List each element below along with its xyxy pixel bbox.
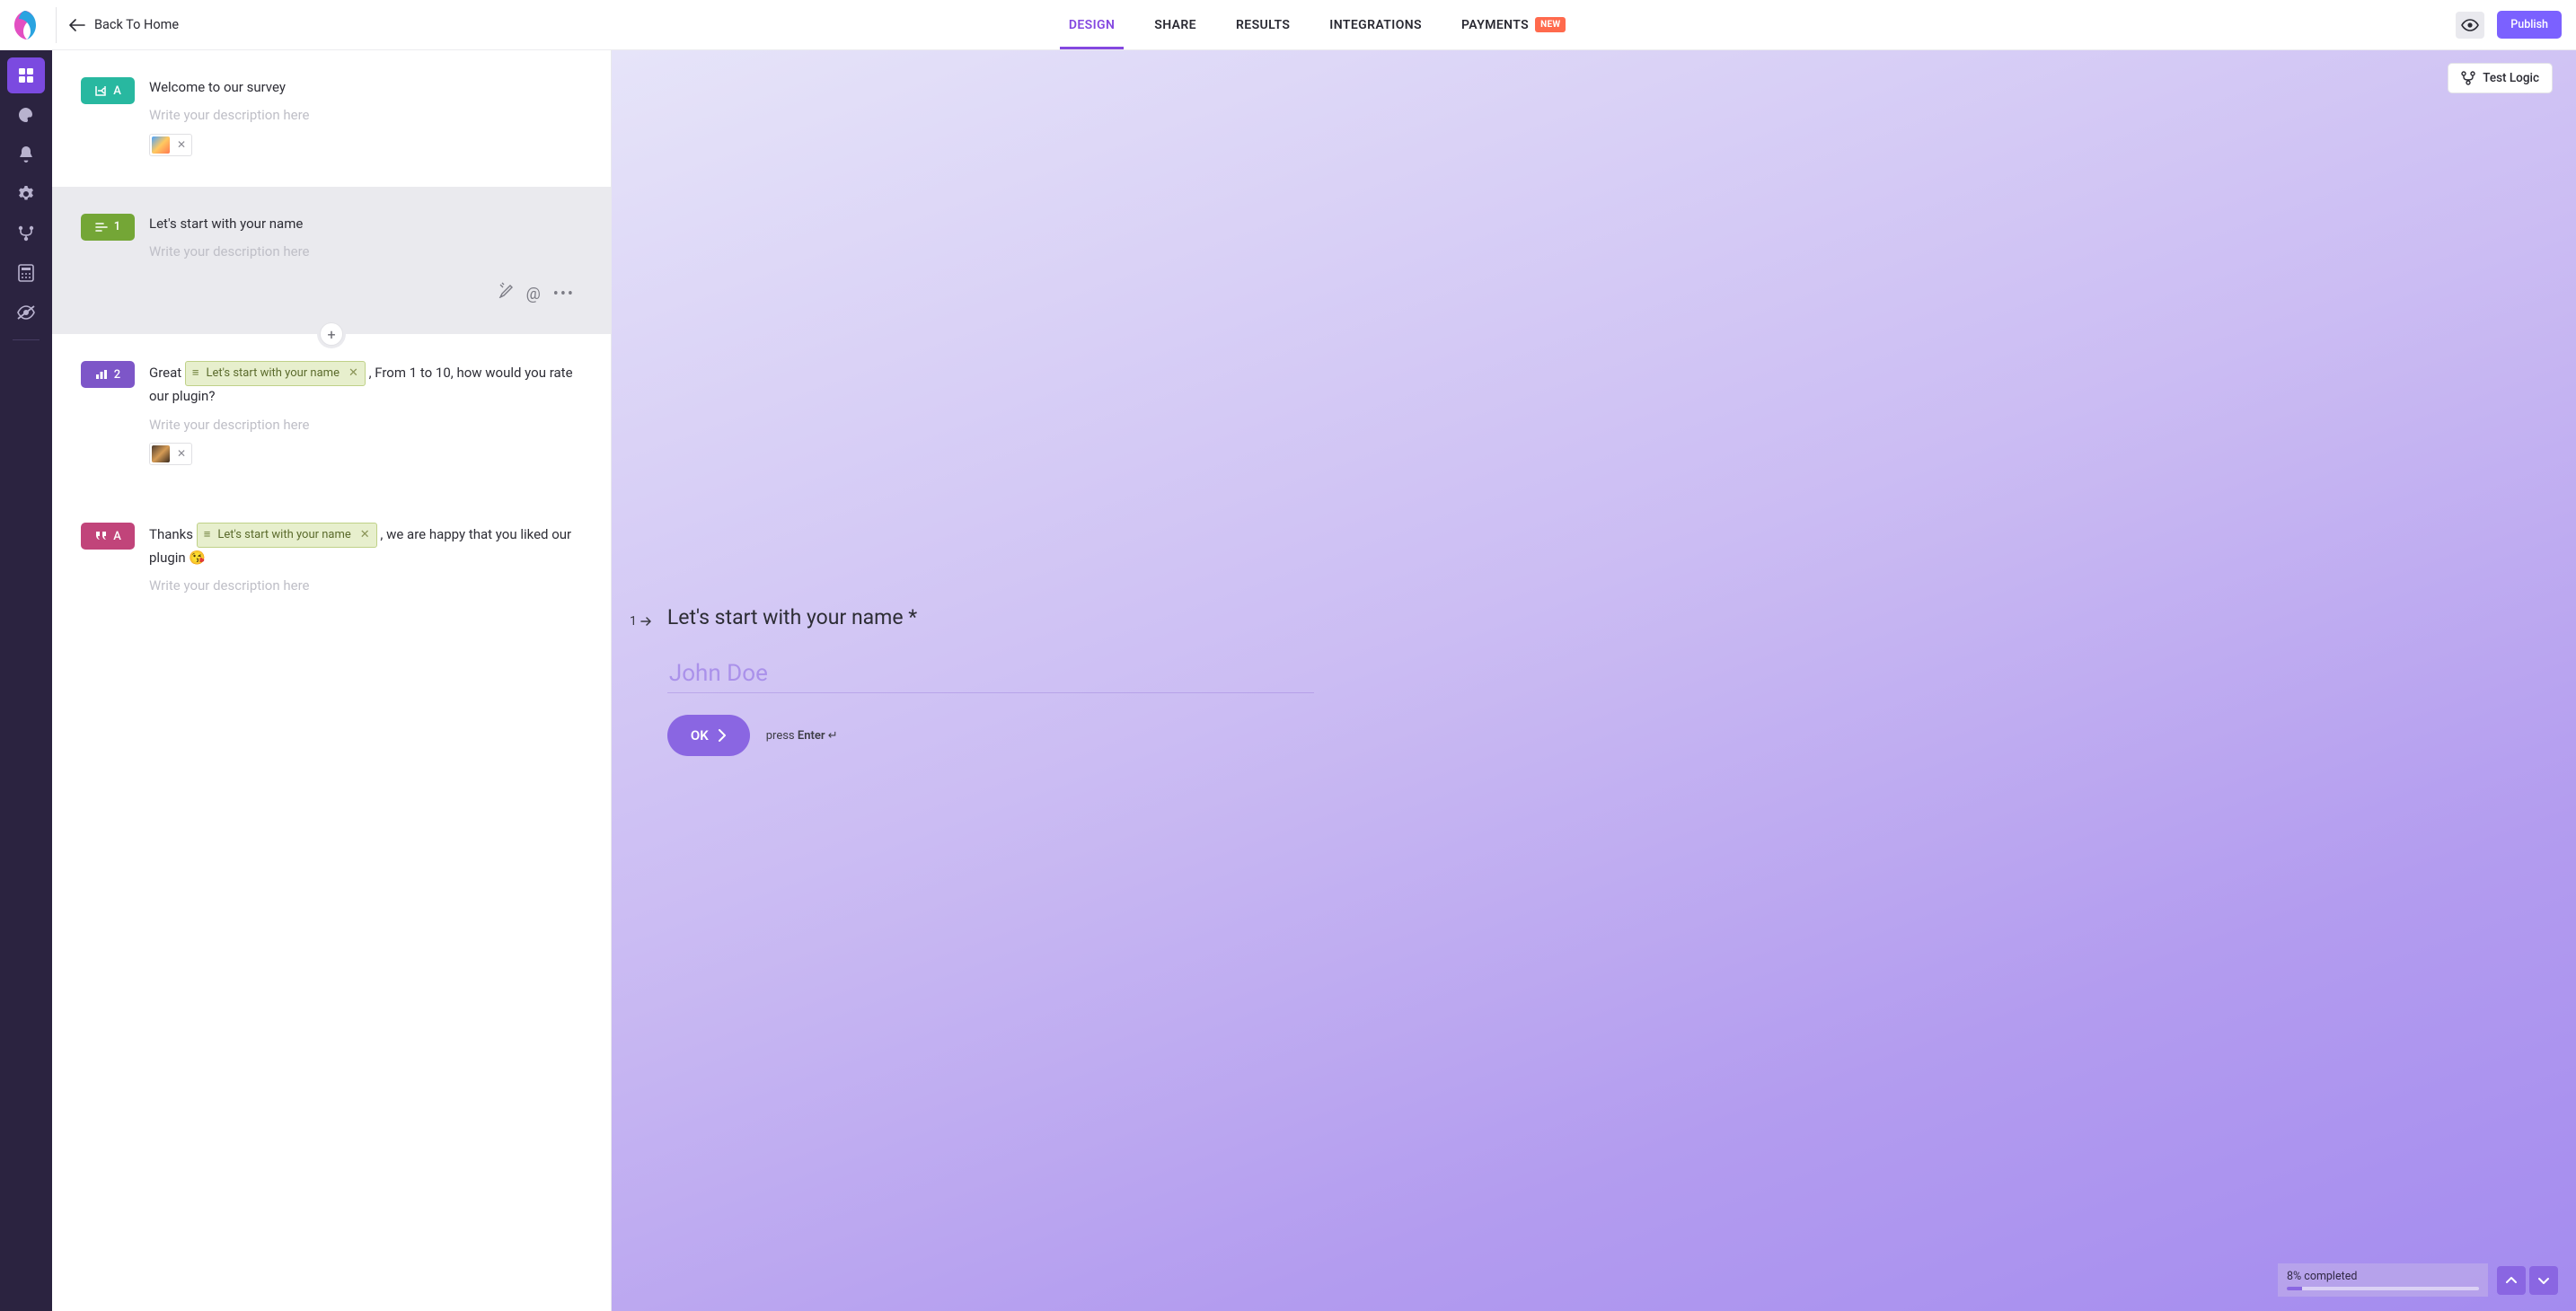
progress-label: 8% completed: [2287, 1270, 2479, 1283]
sidebar-item-logic[interactable]: [7, 216, 45, 251]
block-name[interactable]: 1 Let's start with your name Write your …: [52, 187, 611, 334]
block-description[interactable]: Write your description here: [149, 105, 575, 126]
sidebar-item-hidden[interactable]: [7, 295, 45, 330]
chevron-down-icon: [2538, 1276, 2549, 1285]
remove-recall-icon[interactable]: ✕: [347, 365, 358, 383]
grid-icon: [18, 67, 34, 84]
back-to-home-button[interactable]: Back To Home: [69, 17, 179, 32]
block-badge: 1: [81, 214, 135, 241]
header-divider: [56, 7, 57, 43]
new-badge: NEW: [1535, 17, 1566, 32]
remove-attachment-icon[interactable]: ✕: [173, 445, 190, 462]
app-header: Back To Home DESIGN SHARE RESULTS INTEGR…: [0, 0, 2576, 50]
tab-share[interactable]: SHARE: [1154, 0, 1196, 49]
sidebar-item-notifications[interactable]: [7, 136, 45, 172]
bell-icon: [18, 145, 34, 163]
publish-button[interactable]: Publish: [2497, 11, 2562, 39]
mention-icon[interactable]: @: [526, 282, 541, 307]
block-title[interactable]: Great ≡ Let's start with your name ✕ , F…: [149, 361, 575, 407]
block-content: Let's start with your name Write your de…: [149, 214, 575, 307]
ok-button[interactable]: OK: [667, 715, 750, 756]
next-question-button[interactable]: [2529, 1266, 2558, 1295]
block-description[interactable]: Write your description here: [149, 242, 575, 262]
tab-integrations[interactable]: INTEGRATIONS: [1329, 0, 1422, 49]
block-title[interactable]: Let's start with your name: [149, 214, 575, 234]
branch-icon: [2461, 71, 2475, 85]
tab-payments[interactable]: PAYMENTS NEW: [1461, 0, 1566, 49]
calculator-icon: [18, 264, 34, 282]
block-badge: 2: [81, 361, 135, 388]
attachment-thumb: [152, 136, 170, 154]
prev-question-button[interactable]: [2497, 1266, 2526, 1295]
preview-nav-arrows: [2497, 1266, 2558, 1295]
sidebar-item-calculator[interactable]: [7, 255, 45, 291]
question-index: 1: [630, 605, 651, 629]
question-title: Let's start with your name *: [667, 605, 1314, 629]
progress-fill: [2287, 1287, 2302, 1290]
block-description[interactable]: Write your description here: [149, 415, 575, 436]
left-sidebar: [0, 50, 52, 1311]
sidebar-item-blocks[interactable]: [7, 57, 45, 93]
block-title[interactable]: Thanks ≡ Let's start with your name ✕ , …: [149, 523, 575, 568]
remove-recall-icon[interactable]: ✕: [358, 526, 370, 544]
eye-icon: [2461, 19, 2479, 31]
header-right: Publish: [2456, 11, 2562, 39]
recall-icon: ≡: [192, 365, 199, 383]
arrow-right-icon: [640, 617, 651, 626]
chart-icon: [95, 369, 108, 380]
more-icon[interactable]: •••: [553, 282, 575, 307]
block-title[interactable]: Welcome to our survey: [149, 77, 575, 98]
block-description[interactable]: Write your description here: [149, 576, 575, 596]
press-enter-hint: press Enter ↵: [766, 729, 838, 743]
app-logo: [11, 8, 40, 42]
attachment-thumb: [152, 445, 170, 462]
block-actions: @ •••: [149, 282, 575, 307]
preview-question: 1 Let's start with your name * OK: [612, 50, 2576, 1311]
remove-attachment-icon[interactable]: ✕: [173, 136, 190, 154]
block-rating[interactable]: 2 Great ≡ Let's start with your name ✕ ,…: [52, 334, 611, 496]
attachment-chip[interactable]: ✕: [149, 443, 192, 465]
block-content: Welcome to our survey Write your descrip…: [149, 77, 575, 160]
sidebar-item-settings[interactable]: [7, 176, 45, 212]
sidebar-item-theme[interactable]: [7, 97, 45, 133]
arrow-left-icon: [69, 19, 85, 31]
enter-icon: [94, 84, 107, 97]
recall-icon: ≡: [204, 526, 211, 544]
test-logic-button[interactable]: Test Logic: [2448, 63, 2553, 93]
chevron-right-icon: [718, 729, 727, 742]
form-preview: Test Logic 1 Let's start with your name …: [612, 50, 2576, 1311]
recall-chip[interactable]: ≡ Let's start with your name ✕: [185, 361, 366, 386]
palette-icon: [17, 106, 35, 124]
block-badge: A: [81, 523, 135, 550]
header-tabs: DESIGN SHARE RESULTS INTEGRATIONS PAYMEN…: [186, 0, 2448, 49]
block-content: Thanks ≡ Let's start with your name ✕ , …: [149, 523, 575, 597]
preview-footer: 8% completed: [2278, 1263, 2558, 1297]
attachment-chip[interactable]: ✕: [149, 134, 192, 156]
branch-icon: [17, 224, 35, 242]
progress-track: [2287, 1287, 2479, 1290]
quote-icon: [94, 531, 107, 541]
text-icon: [95, 223, 108, 232]
block-welcome[interactable]: A Welcome to our survey Write your descr…: [52, 50, 611, 187]
gear-icon: [17, 185, 35, 203]
block-badge: A: [81, 77, 135, 104]
sidebar-separator: [13, 339, 40, 340]
eye-off-icon: [16, 304, 36, 321]
answer-input[interactable]: [667, 655, 1314, 693]
progress-box: 8% completed: [2278, 1263, 2488, 1297]
tab-results[interactable]: RESULTS: [1236, 0, 1290, 49]
recall-chip[interactable]: ≡ Let's start with your name ✕: [197, 523, 377, 548]
chevron-up-icon: [2506, 1276, 2517, 1285]
back-label: Back To Home: [94, 17, 179, 32]
blocks-editor[interactable]: A Welcome to our survey Write your descr…: [52, 50, 612, 1311]
tab-design[interactable]: DESIGN: [1069, 0, 1115, 49]
block-thanks[interactable]: A Thanks ≡ Let's start with your name ✕ …: [52, 496, 611, 624]
block-content: Great ≡ Let's start with your name ✕ , F…: [149, 361, 575, 469]
settings-icon[interactable]: [498, 282, 514, 307]
preview-button[interactable]: [2456, 12, 2484, 39]
